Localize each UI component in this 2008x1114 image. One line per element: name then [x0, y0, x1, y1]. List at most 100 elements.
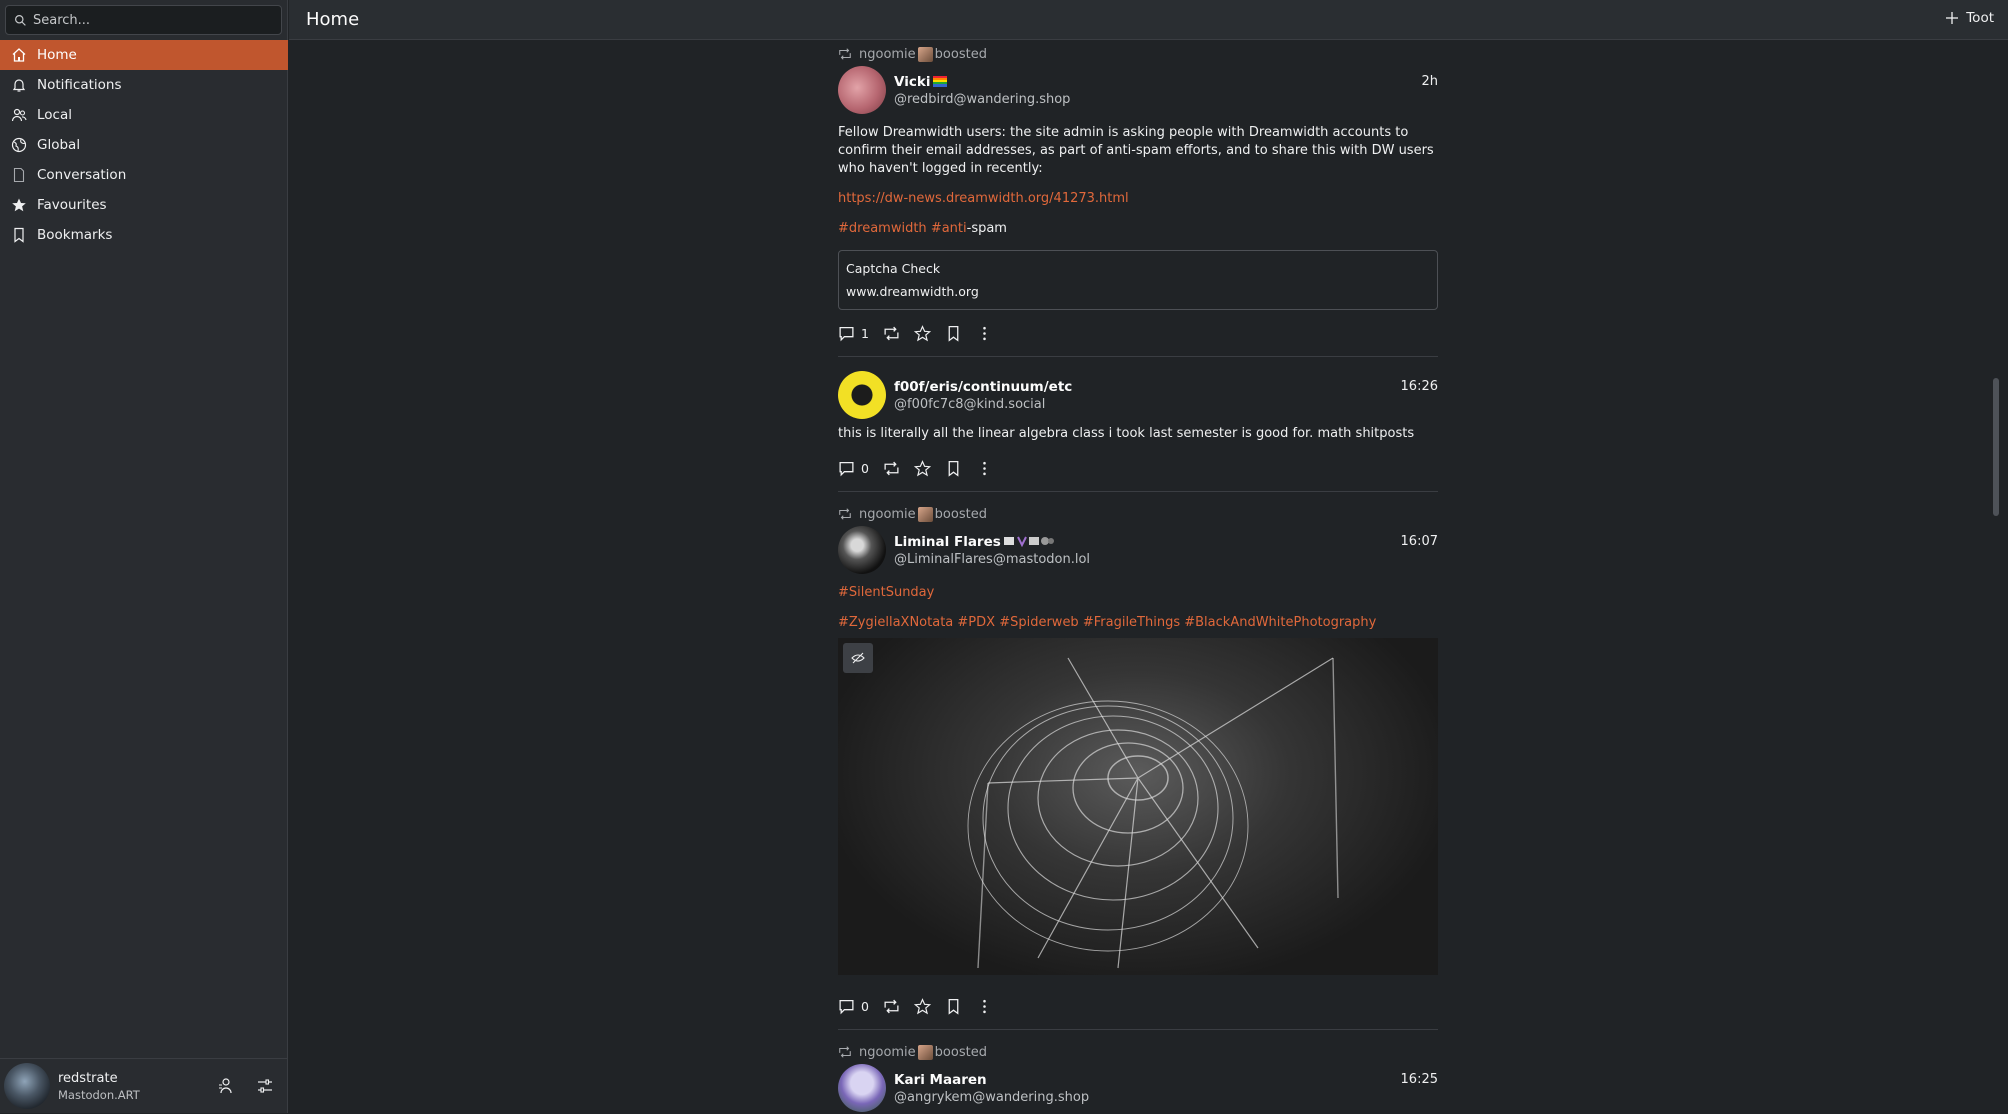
reply-button[interactable]: 0: [838, 460, 869, 477]
sidebar-item-label: Local: [37, 107, 72, 123]
sidebar-item-label: Favourites: [37, 197, 107, 213]
sidebar-item-home[interactable]: Home: [0, 40, 288, 70]
bookmark-button[interactable]: [945, 325, 962, 342]
avatar[interactable]: [838, 1064, 886, 1112]
bookmark-button[interactable]: [945, 998, 962, 1015]
hashtag[interactable]: #FragileThings: [1083, 615, 1180, 630]
post-time[interactable]: 2h: [1421, 74, 1438, 89]
sidebar-item-favourites[interactable]: Favourites: [0, 190, 288, 220]
bookmark-icon: [948, 998, 959, 1015]
hashtag[interactable]: #Spiderweb: [999, 615, 1079, 630]
card-url: www.dreamwidth.org: [846, 284, 979, 299]
boost-button[interactable]: [883, 325, 900, 342]
hashtag[interactable]: #PDX: [957, 615, 995, 630]
bookmark-icon: [14, 227, 24, 243]
post-content: #SilentSunday #ZygiellaXNotata #PDX #Spi…: [838, 584, 1438, 632]
hashtag[interactable]: #ZygiellaXNotata: [838, 615, 953, 630]
sidebar-item-local[interactable]: Local: [0, 100, 288, 130]
more-button[interactable]: [976, 998, 993, 1015]
star-icon: [913, 459, 931, 476]
flag-emojis-icon: [1003, 536, 1054, 547]
post-time[interactable]: 16:25: [1401, 1072, 1438, 1087]
home-icon: [12, 48, 26, 62]
avatar[interactable]: [838, 526, 886, 574]
hashtag[interactable]: #dreamwidth: [838, 221, 927, 236]
favourite-button[interactable]: [913, 997, 931, 1015]
post-actions: 1: [838, 314, 1438, 352]
post-content: Fellow Dreamwidth users: the site admin …: [838, 124, 1438, 238]
booster-name[interactable]: ngoomie: [859, 507, 916, 522]
bell-icon: [12, 79, 26, 92]
avatar[interactable]: [838, 371, 886, 419]
post-actions: 0: [838, 987, 1438, 1025]
more-button[interactable]: [976, 325, 993, 342]
divider: [838, 356, 1438, 357]
post-text: this is literally all the linear algebra…: [838, 426, 1415, 441]
sidebar-item-label: Notifications: [37, 77, 122, 93]
boost-button[interactable]: [883, 460, 900, 477]
status-post: ngoomie boosted Kari Maaren @angrykem@wa…: [838, 1038, 1438, 1114]
media-attachment[interactable]: [838, 638, 1438, 975]
post-time[interactable]: 16:26: [1401, 379, 1438, 394]
account-panel[interactable]: redstrate Mastodon.ART: [0, 1058, 288, 1113]
booster-name[interactable]: ngoomie: [859, 1045, 916, 1060]
boost-button[interactable]: [883, 998, 900, 1015]
account-handle[interactable]: @redbird@wandering.shop: [894, 92, 1070, 107]
hashtag[interactable]: #anti: [931, 221, 967, 236]
sidebar-item-bookmarks[interactable]: Bookmarks: [0, 220, 288, 250]
booster-name[interactable]: ngoomie: [859, 47, 916, 62]
bookmark-button[interactable]: [945, 460, 962, 477]
tag-suffix: -spam: [966, 221, 1007, 236]
status-post: f00f/eris/continuum/etc @f00fc7c8@kind.s…: [838, 369, 1438, 492]
star-icon: [913, 324, 931, 341]
boost-banner: ngoomie boosted: [838, 500, 1438, 524]
sidebar-item-notifications[interactable]: Notifications: [0, 70, 288, 100]
search-input[interactable]: [33, 12, 273, 28]
account-handle[interactable]: @f00fc7c8@kind.social: [894, 397, 1072, 412]
link-preview-card[interactable]: Captcha Check www.dreamwidth.org: [838, 250, 1438, 310]
reply-icon: [839, 461, 854, 476]
sidebar-item-global[interactable]: Global: [0, 130, 288, 160]
settings-sliders-icon[interactable]: [255, 1076, 275, 1096]
reply-button[interactable]: 0: [838, 998, 869, 1015]
display-name[interactable]: f00f/eris/continuum/etc: [894, 379, 1072, 395]
post-time[interactable]: 16:07: [1401, 534, 1438, 549]
hashtag[interactable]: #SilentSunday: [838, 585, 934, 600]
reply-count: 0: [861, 460, 869, 476]
toot-button[interactable]: Toot: [1944, 10, 1994, 26]
sidebar-item-conversation[interactable]: Conversation: [0, 160, 288, 190]
search-box[interactable]: [5, 5, 282, 35]
hide-media-button[interactable]: [843, 643, 873, 673]
scrollbar-thumb[interactable]: [1993, 378, 1999, 516]
display-name[interactable]: Liminal Flares: [894, 534, 1090, 550]
reply-button[interactable]: 1: [838, 325, 869, 342]
boost-icon: [884, 461, 899, 475]
reply-icon: [839, 999, 854, 1014]
display-name[interactable]: Vicki: [894, 74, 1070, 90]
toot-label: Toot: [1966, 10, 1994, 26]
sidebar-item-label: Conversation: [37, 167, 127, 183]
account-handle[interactable]: @LiminalFlares@mastodon.lol: [894, 552, 1090, 567]
document-icon: [13, 167, 25, 183]
account-handle[interactable]: @angrykem@wandering.shop: [894, 1090, 1089, 1105]
avatar[interactable]: [838, 66, 886, 114]
favourite-button[interactable]: [913, 459, 931, 477]
header-bar: Home Toot: [289, 0, 2008, 40]
display-name[interactable]: Kari Maaren: [894, 1072, 1089, 1088]
post-text: Fellow Dreamwidth users: the site admin …: [838, 125, 1434, 176]
hashtag[interactable]: #BlackAndWhitePhotography: [1184, 615, 1376, 630]
boost-icon: [884, 999, 899, 1013]
reply-count: 0: [861, 998, 869, 1014]
bookmark-icon: [948, 460, 959, 477]
more-button[interactable]: [976, 460, 993, 477]
spiderweb-photo: [967, 657, 1339, 969]
avatar[interactable]: [4, 1063, 50, 1109]
divider: [838, 491, 1438, 492]
post-link[interactable]: https://dw-news.dreamwidth.org/41273.htm…: [838, 191, 1129, 206]
globe-icon: [11, 137, 27, 153]
favourite-button[interactable]: [913, 324, 931, 342]
more-vertical-icon: [983, 461, 986, 475]
boosted-label: boosted: [934, 506, 987, 522]
switch-account-icon[interactable]: [216, 1076, 236, 1096]
more-vertical-icon: [983, 999, 986, 1013]
